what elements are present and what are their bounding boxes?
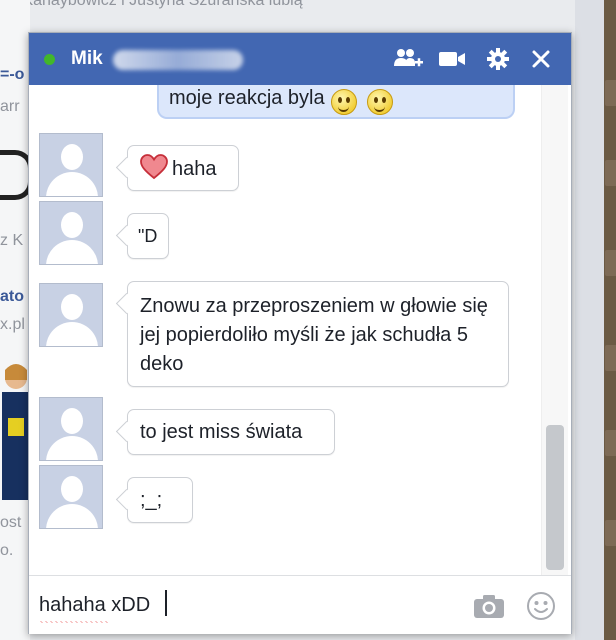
add-friend-icon[interactable] bbox=[393, 45, 423, 73]
background-right-strip bbox=[575, 0, 616, 640]
contact-name[interactable]: Mik bbox=[71, 48, 103, 70]
online-status-dot bbox=[44, 54, 55, 65]
message-text: haha bbox=[172, 158, 217, 180]
background-snippet: x.pl bbox=[0, 316, 25, 333]
emoji-picker-icon[interactable] bbox=[525, 590, 557, 622]
message-input[interactable] bbox=[39, 590, 459, 620]
text-caret bbox=[165, 590, 167, 616]
friend-avatar[interactable] bbox=[39, 283, 103, 347]
message-text: "D bbox=[138, 226, 158, 246]
message-text: to jest miss świata bbox=[140, 421, 303, 443]
background-top-text: z Kanaybowicz i Justyna Szurańska lubią bbox=[10, 0, 303, 9]
scrollbar-thumb[interactable] bbox=[546, 425, 564, 570]
message-bubble: ;_; bbox=[127, 477, 193, 523]
chat-window: Mik moje reakcja byla haha "D Znowu za p… bbox=[28, 32, 572, 634]
friend-avatar[interactable] bbox=[39, 465, 103, 529]
video-call-icon[interactable] bbox=[437, 45, 467, 73]
background-snippet: z K bbox=[0, 232, 24, 249]
friend-avatar[interactable] bbox=[39, 397, 103, 461]
message-list[interactable]: moje reakcja byla haha "D Znowu za przep… bbox=[29, 85, 571, 575]
background-snippet: arr bbox=[0, 98, 20, 115]
heart-emoji-icon bbox=[140, 154, 168, 180]
friend-avatar[interactable] bbox=[39, 201, 103, 265]
message-bubble: Znowu za przeproszeniem w głowie się jej… bbox=[127, 281, 509, 387]
person-photo bbox=[2, 364, 30, 500]
camera-icon[interactable] bbox=[473, 590, 505, 622]
smiley-emoji-icon bbox=[367, 89, 393, 115]
message-text: ;_; bbox=[140, 489, 163, 511]
gear-icon[interactable] bbox=[483, 45, 513, 73]
message-bubble: to jest miss świata bbox=[127, 409, 335, 455]
composer bbox=[29, 575, 571, 634]
background-snippet: ato bbox=[0, 288, 24, 305]
chat-titlebar[interactable]: Mik bbox=[29, 33, 571, 85]
message-text: Znowu za przeproszeniem w głowie się jej… bbox=[140, 295, 488, 375]
message-bubble: haha bbox=[127, 145, 239, 191]
background-left-strip: =-o arr z K ato x.pl ost o. bbox=[0, 0, 30, 640]
message-bubble: "D bbox=[127, 213, 169, 259]
spellcheck-underline bbox=[39, 621, 109, 623]
background-snippet: o. bbox=[0, 542, 14, 559]
scrollbar[interactable] bbox=[541, 85, 568, 575]
friend-avatar[interactable] bbox=[39, 133, 103, 197]
contact-name-blurred bbox=[113, 50, 243, 70]
background-snippet: =-o bbox=[0, 66, 25, 83]
own-message-text: moje reakcja byla bbox=[169, 87, 325, 109]
glasses-image bbox=[0, 150, 30, 200]
background-snippet: ost bbox=[0, 514, 22, 531]
close-icon[interactable] bbox=[526, 45, 556, 73]
smiley-emoji-icon bbox=[331, 89, 357, 115]
